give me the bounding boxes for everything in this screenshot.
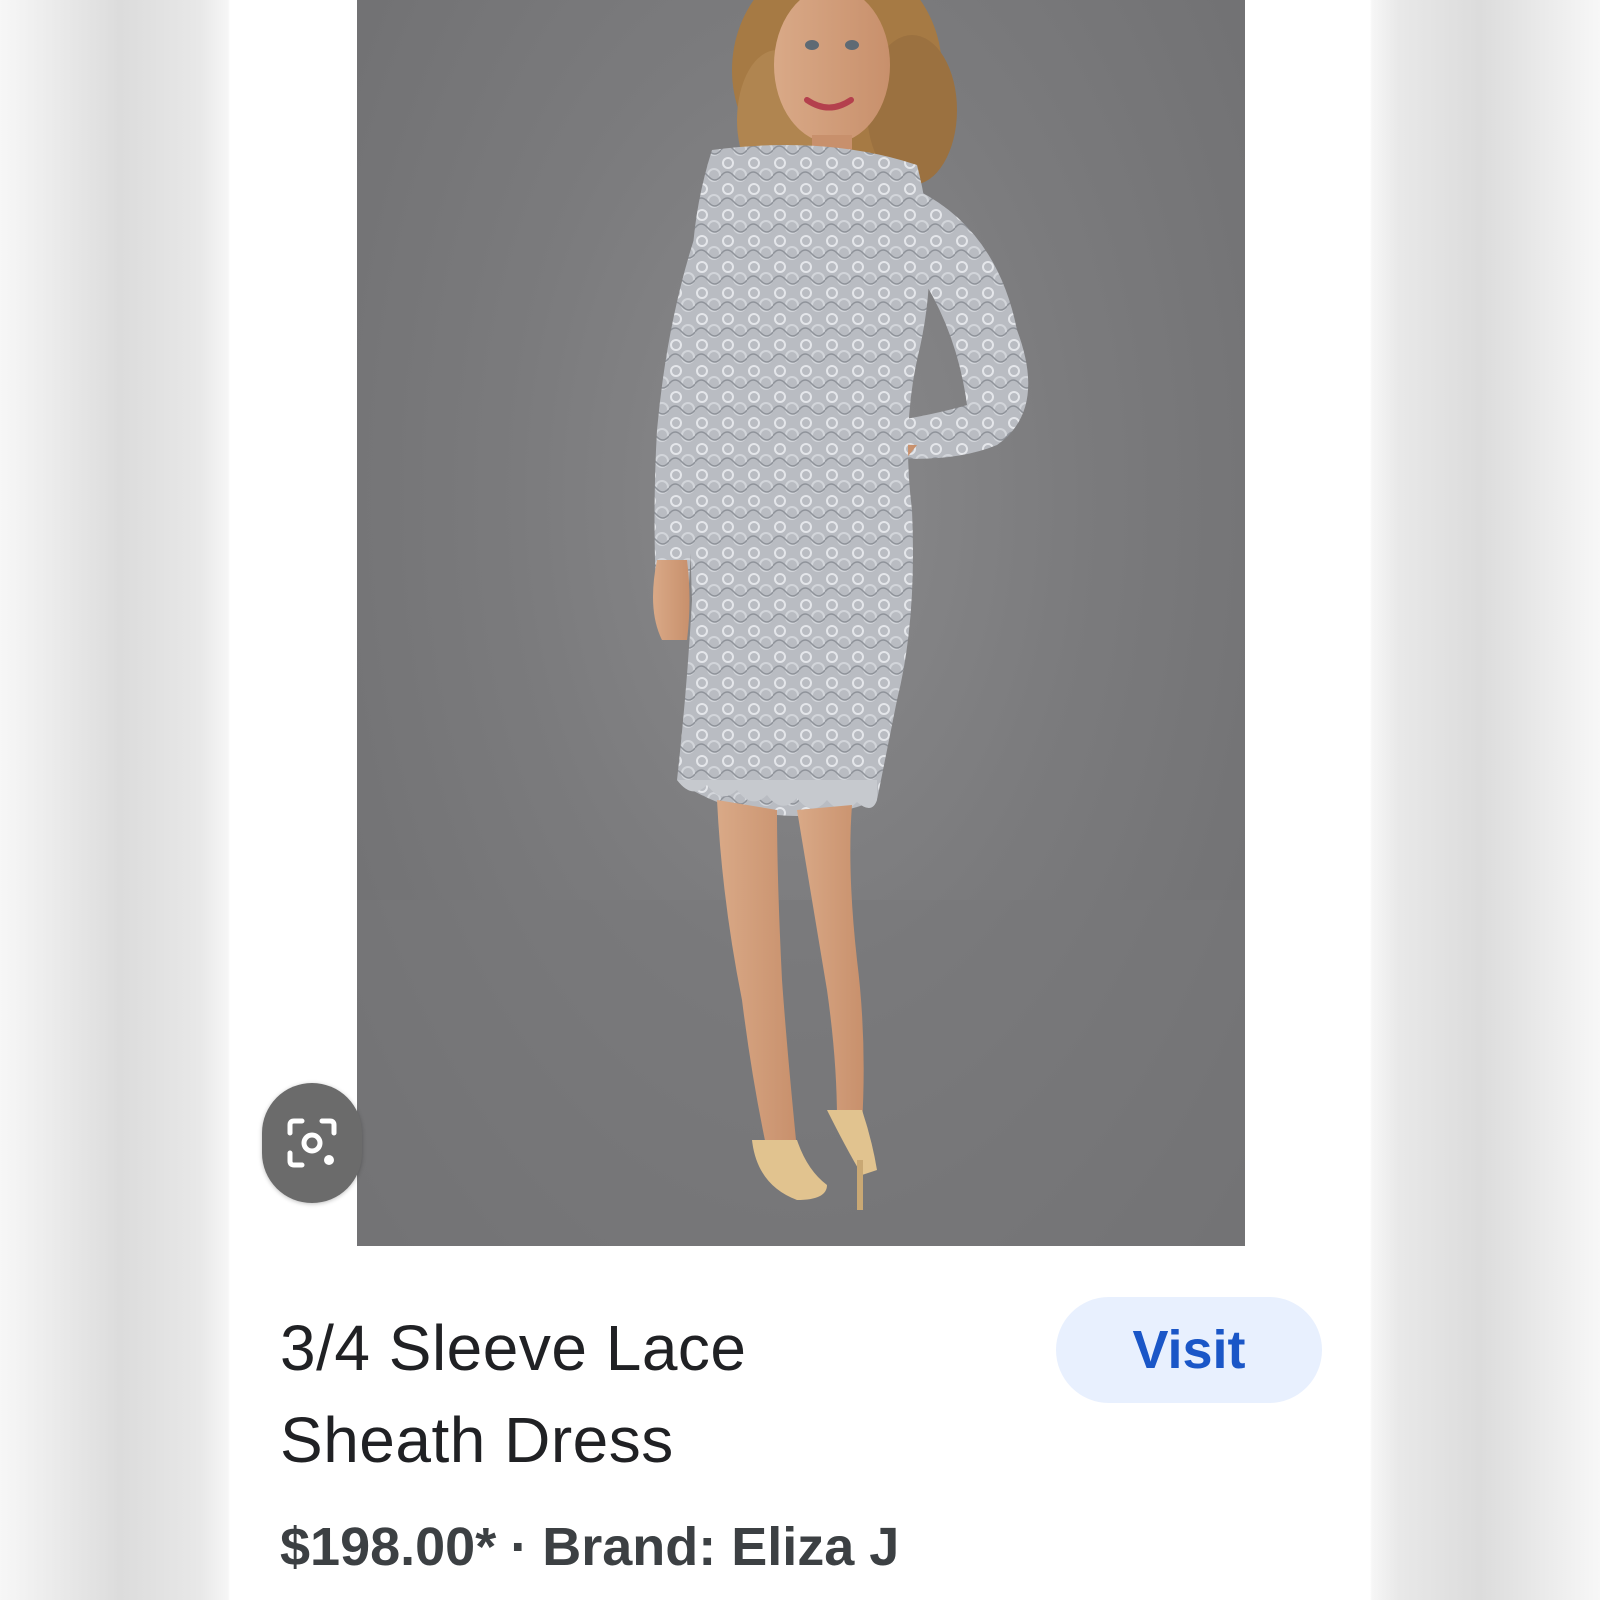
product-brand: Brand: Eliza J [542,1517,900,1577]
product-title-line-2: Sheath Dress [280,1404,674,1476]
meta-separator: · [510,1517,529,1577]
product-meta: $198.00* · Brand: Eliza J [280,1515,899,1579]
lens-search-icon [287,1118,337,1168]
model-in-lace-dress-illustration [357,0,1245,1246]
product-title-line-1: 3/4 Sleeve Lace [280,1312,747,1384]
lens-search-button[interactable] [262,1083,362,1203]
product-title[interactable]: 3/4 Sleeve Lace Sheath Dress [280,1302,1000,1486]
product-image[interactable] [357,0,1245,1246]
screenshot-canvas: 3/4 Sleeve Lace Sheath Dress Visit $198.… [0,0,1600,1600]
visit-button[interactable]: Visit [1056,1297,1322,1403]
product-price: $198.00* [280,1517,497,1577]
